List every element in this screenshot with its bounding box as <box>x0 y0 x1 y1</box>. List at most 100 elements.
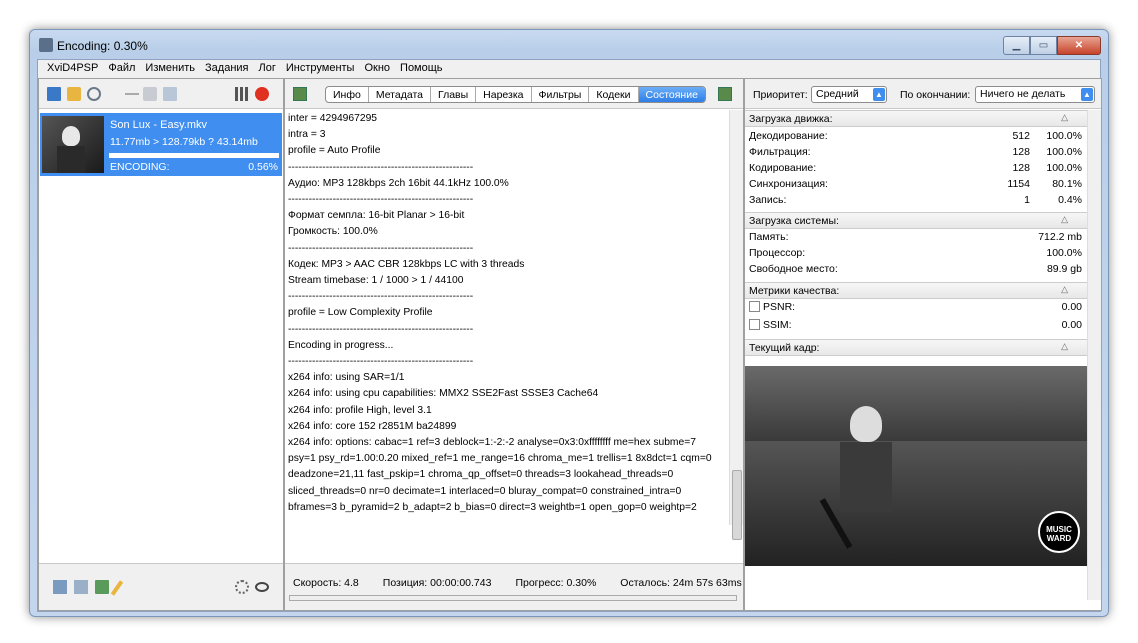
job-item[interactable]: Son Lux - Easy.mkv 11.77mb > 128.79kb ? … <box>40 113 282 176</box>
encoding-progress-bar <box>289 595 737 601</box>
maximize-button[interactable]: ▭ <box>1030 36 1057 55</box>
scroll-thumb[interactable] <box>732 470 742 540</box>
menu-jobs[interactable]: Задания <box>200 60 253 77</box>
menu-window[interactable]: Окно <box>359 60 395 77</box>
row-label: Процессор: <box>749 247 806 259</box>
row-label: SSIM: <box>763 319 792 331</box>
job-queue-pane: Son Lux - Easy.mkv 11.77mb > 128.79kb ? … <box>38 78 284 611</box>
job-status: ENCODING: <box>110 161 170 173</box>
chevron-down-icon: ▲ <box>873 88 885 101</box>
menu-edit[interactable]: Изменить <box>140 60 200 77</box>
queue-bottom-bar <box>39 563 283 610</box>
row-label: PSNR: <box>763 301 796 313</box>
row-value: 128 <box>1012 162 1030 174</box>
menu-tools[interactable]: Инструменты <box>281 60 360 77</box>
info-icon[interactable] <box>293 87 307 101</box>
collapse-icon[interactable]: △ <box>1061 284 1068 295</box>
row-label: Декодирование: <box>749 130 828 142</box>
engine-row: Фильтрация: 128 100.0% <box>749 146 1082 162</box>
quality-row: PSNR: 0.00 <box>749 301 1082 317</box>
tab-metadata[interactable]: Метадата <box>369 87 431 102</box>
job-percent: 0.56% <box>248 161 278 173</box>
row-value: 89.9 gb <box>1046 263 1082 275</box>
tab-info[interactable]: Инфо <box>326 87 369 102</box>
eye-icon[interactable] <box>255 582 269 592</box>
engine-row: Синхронизация: 1154 80.1% <box>749 178 1082 194</box>
row-value: 128 <box>1012 146 1030 158</box>
tab-status[interactable]: Состояние <box>638 87 705 102</box>
frame-title: Текущий кадр: <box>749 342 820 354</box>
on-finish-select[interactable]: Ничего не делать ▲ <box>975 86 1095 103</box>
menu-bar: XviD4PSP Файл Изменить Задания Лог Инстр… <box>38 60 1100 77</box>
engine-title: Загрузка движка: <box>749 113 833 125</box>
menu-log[interactable]: Лог <box>254 60 281 77</box>
collapse-icon[interactable]: △ <box>1061 214 1068 225</box>
remaining-text: Осталось: 24m 57s 63ms <box>620 577 742 589</box>
save-icon[interactable] <box>163 87 177 101</box>
webcam-icon[interactable] <box>87 87 101 101</box>
row-label: Синхронизация: <box>749 178 828 190</box>
collapse-icon[interactable]: △ <box>1061 112 1068 123</box>
row-percent: 100.0% <box>1046 146 1082 158</box>
quality-section[interactable]: Метрики качества: △ <box>745 282 1088 299</box>
tab-codecs[interactable]: Кодеки <box>589 87 639 102</box>
settings-icon[interactable] <box>235 580 249 594</box>
queue-toolbar <box>39 79 283 109</box>
menu-help[interactable]: Помощь <box>395 60 448 77</box>
grid-icon[interactable] <box>74 580 88 594</box>
row-value: 100.0% <box>1046 247 1082 259</box>
system-title: Загрузка системы: <box>749 215 839 227</box>
job-name: Son Lux - Easy.mkv <box>110 119 207 131</box>
title-bar: Encoding: 0.30% ▁ ▭ ✕ <box>30 30 1108 60</box>
tab-trim[interactable]: Нарезка <box>476 87 532 102</box>
menu-file[interactable]: Файл <box>103 60 140 77</box>
psnr-checkbox[interactable] <box>749 301 760 312</box>
trash-icon[interactable] <box>143 87 157 101</box>
ssim-checkbox[interactable] <box>749 319 760 330</box>
engine-section[interactable]: Загрузка движка: △ <box>745 110 1088 127</box>
row-label: Запись: <box>749 194 787 206</box>
stop-icon[interactable] <box>255 87 269 101</box>
app-window: Encoding: 0.30% ▁ ▭ ✕ XviD4PSP Файл Изме… <box>29 29 1109 617</box>
tabs-toolbar: Инфо Метадата Главы Нарезка Фильтры Коде… <box>285 79 743 109</box>
position-text: Позиция: 00:00:00.743 <box>382 577 492 589</box>
system-section[interactable]: Загрузка системы: △ <box>745 212 1088 229</box>
close-button[interactable]: ✕ <box>1057 36 1101 55</box>
export-icon[interactable] <box>718 87 732 101</box>
row-value: 1154 <box>1007 178 1030 190</box>
frame-section[interactable]: Текущий кадр: △ <box>745 339 1088 356</box>
row-value: 1 <box>1024 194 1030 206</box>
current-frame-preview: MUSIC WARD <box>745 366 1088 566</box>
copy-icon[interactable] <box>53 580 67 594</box>
image-icon[interactable] <box>95 580 109 594</box>
log-scrollbar[interactable] <box>729 110 743 540</box>
stats-pane: Приоритет: Средний ▲ По окончании: Ничего… <box>744 78 1102 611</box>
row-label: Свободное место: <box>749 263 838 275</box>
app-icon <box>39 38 53 52</box>
job-info: 11.77mb > 128.79kb ? 43.14mb <box>110 136 258 148</box>
collapse-icon[interactable]: △ <box>1061 341 1068 352</box>
row-percent: 80.1% <box>1052 178 1082 190</box>
pause-icon[interactable] <box>235 87 249 101</box>
row-value: 712.2 mb <box>1038 231 1082 243</box>
speed-text: Скорость: 4.8 <box>293 577 359 589</box>
folder-icon[interactable] <box>67 87 81 101</box>
priority-value: Средний <box>816 88 859 100</box>
row-percent: 0.4% <box>1058 194 1082 206</box>
tab-chapters[interactable]: Главы <box>431 87 477 102</box>
row-percent: 100.0% <box>1046 130 1082 142</box>
row-value: 512 <box>1012 130 1030 142</box>
engine-row: Запись: 1 0.4% <box>749 194 1082 210</box>
minimize-button[interactable]: ▁ <box>1003 36 1030 55</box>
priority-select[interactable]: Средний ▲ <box>811 86 887 103</box>
remove-icon[interactable] <box>125 93 139 95</box>
row-label: Кодирование: <box>749 162 817 174</box>
pencil-icon[interactable] <box>110 580 124 596</box>
film-icon[interactable] <box>47 87 61 101</box>
stats-scrollbar[interactable] <box>1087 110 1101 600</box>
row-label: Память: <box>749 231 789 243</box>
quality-row: SSIM: 0.00 <box>749 319 1082 335</box>
menu-xvid4psp[interactable]: XviD4PSP <box>42 60 103 77</box>
tab-filters[interactable]: Фильтры <box>532 87 590 102</box>
engine-row: Декодирование: 512 100.0% <box>749 130 1082 146</box>
